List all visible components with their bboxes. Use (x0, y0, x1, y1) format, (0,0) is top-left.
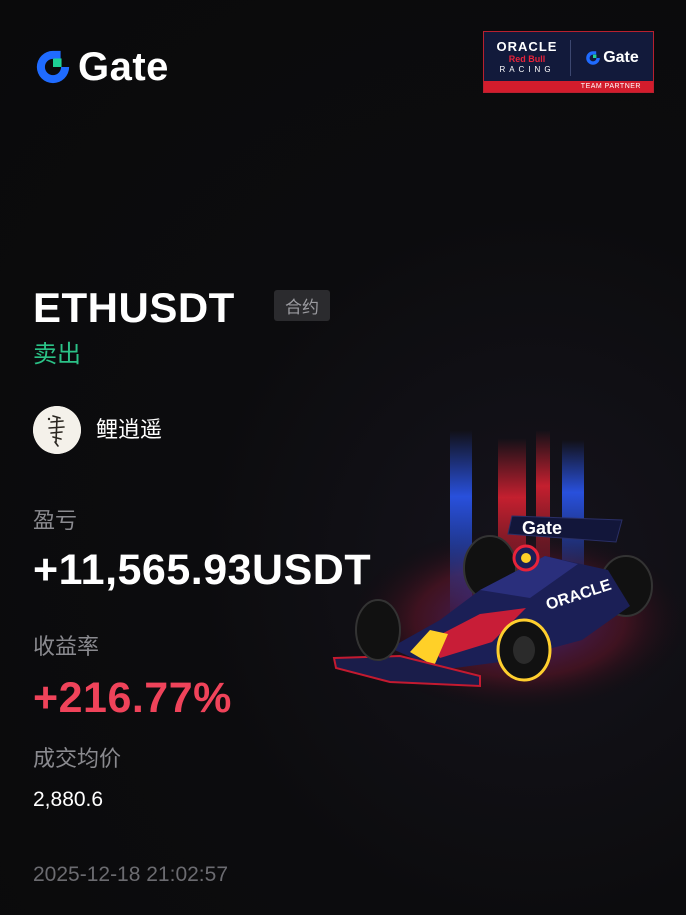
partner-gate-icon (586, 50, 601, 65)
gate-logo: Gate (34, 44, 169, 90)
trade-share-card: Gate ORACLE Red Bull RACING Gate TEAM PA… (0, 0, 686, 915)
avg-price-label: 成交均价 (33, 746, 122, 771)
partner-line-redbull: Red Bull (508, 54, 546, 64)
partner-footer: TEAM PARTNER (484, 81, 653, 92)
partner-line-racing: RACING (499, 65, 555, 74)
avg-price-value: 2,880.6 (33, 788, 104, 811)
avatar (33, 406, 81, 454)
partner-line-oracle: ORACLE (496, 39, 558, 54)
roi-label: 收益率 (33, 634, 100, 659)
f1-race-car-icon: Gate ORACLE (332, 430, 686, 715)
pnl-label: 盈亏 (33, 508, 78, 533)
trade-side: 卖出 (33, 341, 81, 368)
team-partner-badge: ORACLE Red Bull RACING Gate TEAM PARTNER (483, 31, 654, 93)
pnl-value: +11,565.93USDT (33, 546, 372, 594)
calligraphy-avatar-icon (33, 406, 81, 454)
gate-logo-icon (36, 50, 70, 84)
roi-value: +216.77% (33, 674, 232, 722)
contract-tag: 合约 (274, 290, 330, 321)
brand-name: Gate (78, 45, 169, 89)
partner-gate-label: Gate (603, 48, 639, 66)
car-wing-text: Gate (522, 518, 562, 538)
username: 鲤逍遥 (96, 417, 163, 442)
trading-pair: ETHUSDT (33, 284, 235, 331)
timestamp: 2025-12-18 21:02:57 (33, 863, 228, 886)
